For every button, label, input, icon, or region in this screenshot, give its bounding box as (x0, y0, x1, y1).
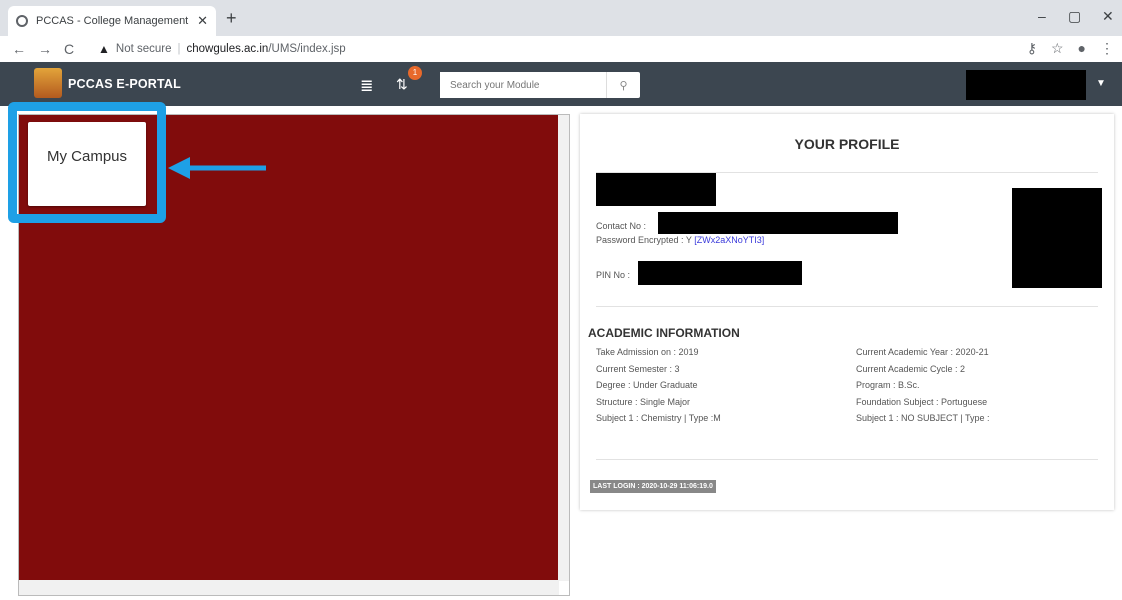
academic-left-column: Take Admission on : 2019 Current Semeste… (596, 344, 721, 427)
student-photo-redacted (1012, 188, 1102, 288)
url-separator: | (177, 43, 181, 55)
divider (596, 306, 1098, 307)
reload-button[interactable]: C (64, 41, 74, 57)
pin-redacted (638, 261, 802, 285)
key-icon[interactable]: ⚷ (1027, 40, 1037, 57)
contact-label: Contact No : (596, 221, 647, 231)
search-input[interactable] (440, 72, 606, 98)
pointer-arrow-icon (168, 157, 266, 179)
divider (596, 459, 1098, 460)
contact-redacted (658, 212, 898, 234)
pin-label: PIN No : (596, 270, 631, 280)
brand-title[interactable]: PCCAS E-PORTAL (68, 77, 181, 91)
password-encrypted-text: Password Encrypted : Y (596, 235, 692, 245)
tab-title: PCCAS - College Management S (36, 15, 192, 27)
horizontal-scrollbar[interactable] (19, 580, 559, 595)
student-name-redacted (596, 173, 716, 206)
profile-title: YOUR PROFILE (794, 136, 900, 152)
password-encrypted-value: [ZWx2aXNoYTI3] (694, 235, 765, 245)
star-icon[interactable]: ☆ (1051, 40, 1064, 57)
app-header: PCCAS E-PORTAL ≣ ⇅ 1 ⚲ ▼ (0, 62, 1122, 106)
account-icon[interactable]: ● (1078, 40, 1086, 57)
college-logo (34, 68, 62, 98)
forward-button[interactable]: → (38, 41, 52, 57)
highlight-box (8, 102, 166, 223)
password-label: Password Encrypted : Y [ZWx2aXNoYTI3] (596, 235, 764, 245)
url-path: /UMS/index.jsp (268, 43, 346, 55)
academic-item: Subject 1 : Chemistry | Type :M (596, 413, 721, 423)
minimize-button[interactable]: – (1038, 8, 1046, 24)
academic-item: Degree : Under Graduate (596, 380, 698, 390)
chevron-down-icon[interactable]: ▼ (1096, 78, 1106, 89)
academic-item: Current Semester : 3 (596, 363, 680, 374)
browser-tabstrip: PCCAS - College Management S ✕ + – ▢ ✕ (0, 0, 1122, 36)
notification-badge: 1 (408, 66, 422, 80)
academic-item: Foundation Subject : Portuguese (856, 396, 988, 407)
academic-right-column: Current Academic Year : 2020-21 Current … (856, 344, 990, 427)
address-bar-row: ← → C ▲ Not secure | chowgules.ac.in /UM… (0, 36, 1122, 62)
academic-info-title: ACADEMIC INFORMATION (588, 326, 740, 340)
hamburger-menu-icon[interactable]: ≣ (360, 76, 373, 96)
maximize-button[interactable]: ▢ (1068, 8, 1081, 25)
back-button[interactable]: ← (12, 41, 26, 57)
academic-item: Take Admission on : 2019 (596, 347, 699, 357)
notification-icon[interactable]: ⇅ (396, 76, 408, 93)
last-login-badge: LAST LOGIN : 2020-10-29 11:06:19.0 (590, 480, 716, 493)
globe-icon (16, 15, 28, 27)
module-search: ⚲ (440, 72, 640, 98)
profile-card: YOUR PROFILE Contact No : Password Encry… (580, 114, 1114, 510)
academic-item: Subject 1 : NO SUBJECT | Type : (856, 413, 990, 423)
academic-item: Current Academic Cycle : 2 (856, 363, 966, 374)
browser-toolbar-icons: ⚷ ☆ ● ⋮ (1027, 40, 1114, 57)
user-name-redacted[interactable] (966, 70, 1086, 100)
academic-item: Program : B.Sc. (856, 380, 920, 390)
url-field[interactable]: ▲ Not secure | chowgules.ac.in /UMS/inde… (98, 38, 948, 60)
menu-dots-icon[interactable]: ⋮ (1100, 40, 1114, 57)
academic-item: Structure : Single Major (596, 396, 691, 407)
browser-tab[interactable]: PCCAS - College Management S ✕ (8, 6, 216, 36)
new-tab-button[interactable]: + (226, 8, 237, 29)
vertical-scrollbar[interactable] (558, 115, 569, 581)
close-window-button[interactable]: ✕ (1102, 8, 1114, 25)
search-icon[interactable]: ⚲ (606, 72, 640, 98)
tab-close-icon[interactable]: ✕ (197, 13, 208, 29)
not-secure-label: Not secure (115, 43, 172, 55)
warning-icon: ▲ (98, 42, 110, 56)
academic-item: Current Academic Year : 2020-21 (856, 347, 989, 357)
url-host: chowgules.ac.in (186, 43, 269, 55)
